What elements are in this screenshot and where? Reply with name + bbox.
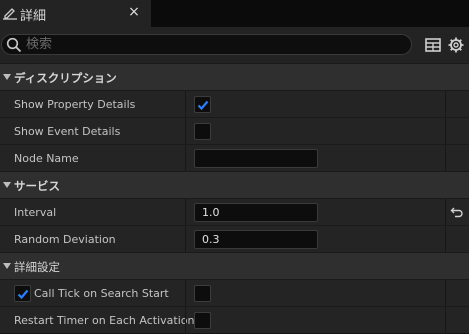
checkmark-icon xyxy=(17,289,29,300)
section-header-description[interactable]: ディスクリプション xyxy=(0,63,469,90)
section-label: サービス xyxy=(14,179,60,193)
column-divider xyxy=(185,199,186,226)
show-property-details-checkbox[interactable] xyxy=(194,96,211,113)
section-header-service[interactable]: サービス xyxy=(0,171,469,198)
tab-title: 詳細 xyxy=(20,9,47,24)
column-divider xyxy=(445,226,446,253)
tab-details[interactable]: 詳細 × xyxy=(0,0,151,27)
chevron-down-icon xyxy=(3,182,11,188)
column-divider xyxy=(445,199,446,226)
property-label: Node Name xyxy=(14,152,79,165)
call-tick-on-search-start-checkbox[interactable] xyxy=(194,285,211,302)
reset-to-default-icon[interactable] xyxy=(450,205,464,219)
call-tick-label-checkbox[interactable] xyxy=(14,285,31,302)
search-input[interactable] xyxy=(26,36,406,53)
property-row-call-tick-on-search-start: Call Tick on Search Start xyxy=(0,279,469,307)
column-divider xyxy=(445,145,446,172)
random-deviation-input[interactable]: 0.3 xyxy=(194,230,318,249)
node-name-input[interactable] xyxy=(194,149,318,168)
property-label: Show Event Details xyxy=(14,125,121,138)
column-divider xyxy=(445,91,446,118)
column-divider xyxy=(445,280,446,307)
property-label: Interval xyxy=(14,206,57,219)
column-divider xyxy=(185,280,186,307)
column-divider xyxy=(185,118,186,145)
property-label: Show Property Details xyxy=(14,98,136,111)
section-header-advanced[interactable]: 詳細設定 xyxy=(0,252,469,279)
chevron-down-icon xyxy=(3,263,11,269)
gear-icon[interactable] xyxy=(447,36,465,54)
toolbar xyxy=(0,27,469,63)
details-panel: ディスクリプション Show Property Details Show Eve… xyxy=(0,63,469,334)
tab-strip: 詳細 × xyxy=(0,0,469,27)
interval-input[interactable]: 1.0 xyxy=(194,203,318,222)
show-event-details-checkbox[interactable] xyxy=(194,123,211,140)
property-row-node-name: Node Name xyxy=(0,144,469,172)
section-label: 詳細設定 xyxy=(14,260,60,274)
property-row-random-deviation: Random Deviation 0.3 xyxy=(0,225,469,253)
column-divider xyxy=(445,307,446,334)
column-divider xyxy=(185,91,186,118)
property-label: Restart Timer on Each Activation xyxy=(14,314,195,327)
edit-pencil-icon xyxy=(3,8,17,20)
chevron-down-icon xyxy=(3,74,11,80)
checkmark-icon xyxy=(197,100,209,111)
search-icon xyxy=(6,37,22,53)
property-row-show-property-details: Show Property Details xyxy=(0,90,469,118)
column-divider xyxy=(185,307,186,334)
grid-view-icon[interactable] xyxy=(424,36,442,54)
column-divider xyxy=(445,118,446,145)
property-label: Call Tick on Search Start xyxy=(34,287,169,300)
property-row-restart-timer: Restart Timer on Each Activation xyxy=(0,306,469,334)
search-box[interactable] xyxy=(1,34,412,55)
column-divider xyxy=(185,145,186,172)
section-label: ディスクリプション xyxy=(14,71,117,85)
column-divider xyxy=(185,226,186,253)
close-icon[interactable]: × xyxy=(127,4,141,20)
property-row-show-event-details: Show Event Details xyxy=(0,117,469,145)
property-row-interval: Interval 1.0 xyxy=(0,198,469,226)
restart-timer-checkbox[interactable] xyxy=(194,312,211,329)
property-label: Random Deviation xyxy=(14,233,116,246)
